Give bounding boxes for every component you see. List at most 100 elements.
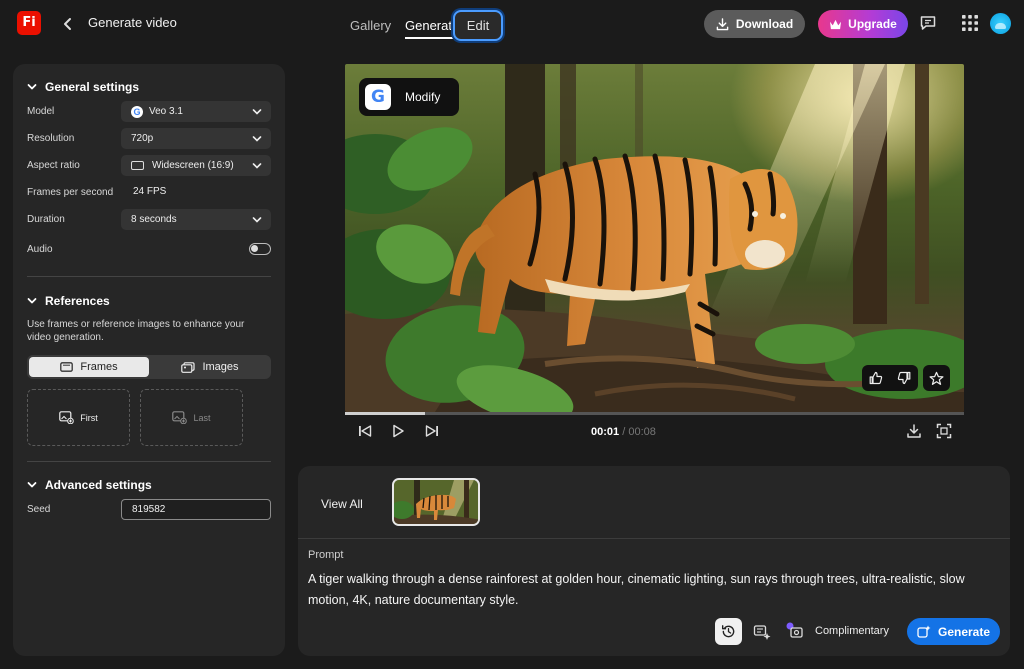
duration-value: 8 seconds bbox=[131, 214, 177, 225]
time-separator: / bbox=[622, 426, 626, 438]
crown-icon bbox=[830, 19, 842, 29]
images-icon bbox=[181, 361, 196, 373]
frames-icon bbox=[60, 362, 74, 372]
model-select[interactable]: G Veo 3.1 bbox=[121, 101, 271, 122]
prompt-label: Prompt bbox=[308, 549, 344, 561]
modify-label: Modify bbox=[405, 90, 441, 104]
chevron-down-icon bbox=[252, 109, 262, 115]
tab-generate[interactable]: Generate bbox=[405, 18, 460, 39]
chevron-down-icon bbox=[252, 163, 262, 169]
download-icon[interactable] bbox=[906, 423, 922, 439]
first-frame-slot[interactable]: First bbox=[27, 389, 130, 446]
chevron-down-icon bbox=[252, 136, 262, 142]
general-settings-title: General settings bbox=[45, 80, 140, 94]
general-settings-header[interactable]: General settings bbox=[27, 80, 139, 94]
view-all-link[interactable]: View All bbox=[321, 497, 363, 511]
thumbs-up-icon[interactable] bbox=[869, 371, 883, 385]
upgrade-button[interactable]: Upgrade bbox=[818, 10, 908, 38]
google-icon: G bbox=[131, 105, 143, 118]
duration-select[interactable]: 8 seconds bbox=[121, 209, 271, 230]
prompt-panel: View All Prompt A tiger walking through … bbox=[298, 466, 1010, 656]
audio-label: Audio bbox=[27, 244, 53, 255]
firefly-logo[interactable]: Fi bbox=[17, 11, 41, 35]
result-thumbnail[interactable] bbox=[392, 478, 480, 526]
model-label: Model bbox=[27, 106, 55, 117]
advanced-settings-title: Advanced settings bbox=[45, 478, 152, 492]
video-time-display: 00:01 / 00:08 bbox=[591, 426, 656, 438]
tiger-video-frame bbox=[345, 64, 964, 412]
chevron-down-icon bbox=[27, 298, 37, 304]
video-progress-fill bbox=[345, 412, 426, 415]
tab-edit[interactable]: Edit bbox=[453, 10, 503, 41]
modify-chip[interactable]: G Modify bbox=[359, 78, 459, 116]
star-icon bbox=[929, 371, 944, 385]
generate-label: Generate bbox=[937, 624, 991, 639]
skip-back-icon[interactable] bbox=[357, 423, 373, 439]
seed-label: Seed bbox=[27, 504, 51, 515]
credit-label: Complimentary bbox=[815, 625, 889, 637]
chevron-down-icon bbox=[27, 84, 37, 90]
add-image-icon bbox=[59, 411, 75, 424]
images-tab[interactable]: Images bbox=[151, 357, 269, 377]
generate-button[interactable]: Generate bbox=[907, 618, 1000, 645]
references-header[interactable]: References bbox=[27, 294, 110, 308]
aspect-ratio-select[interactable]: Widescreen (16:9) bbox=[121, 155, 271, 176]
divider bbox=[298, 538, 1010, 539]
download-label: Download bbox=[735, 17, 794, 31]
thumbs-down-icon[interactable] bbox=[897, 371, 911, 385]
page-title: Generate video bbox=[88, 15, 177, 30]
video-player[interactable] bbox=[345, 64, 964, 412]
resolution-value: 720p bbox=[131, 133, 154, 144]
fullscreen-icon[interactable] bbox=[936, 423, 952, 439]
resolution-label: Resolution bbox=[27, 133, 75, 144]
chevron-down-icon bbox=[252, 217, 262, 223]
frames-tab[interactable]: Frames bbox=[29, 357, 149, 377]
video-progress-bar[interactable] bbox=[345, 412, 964, 415]
back-chevron-icon[interactable] bbox=[60, 14, 76, 34]
settings-panel: General settings Model G Veo 3.1 Resolut… bbox=[13, 64, 285, 656]
generate-sparkle-icon bbox=[917, 625, 931, 638]
enhance-prompt-icon[interactable] bbox=[753, 623, 771, 641]
play-icon[interactable] bbox=[390, 423, 406, 439]
user-avatar[interactable] bbox=[990, 13, 1011, 34]
last-slot-label: Last bbox=[193, 412, 211, 423]
fps-label: Frames per second bbox=[27, 187, 114, 198]
total-time: 00:08 bbox=[628, 426, 656, 438]
widescreen-icon bbox=[131, 161, 144, 170]
images-label: Images bbox=[202, 361, 239, 373]
last-frame-slot[interactable]: Last bbox=[140, 389, 243, 446]
first-slot-label: First bbox=[80, 412, 98, 423]
history-icon bbox=[721, 625, 735, 638]
feedback-icon[interactable] bbox=[919, 14, 937, 32]
references-title: References bbox=[45, 294, 110, 308]
favorite-button[interactable] bbox=[923, 365, 950, 391]
tiger-thumbnail-image bbox=[394, 480, 478, 524]
divider bbox=[27, 461, 271, 462]
skip-forward-icon[interactable] bbox=[424, 423, 440, 439]
credits-icon bbox=[786, 622, 803, 638]
seed-input[interactable]: 819582 bbox=[121, 499, 271, 520]
aspect-ratio-label: Aspect ratio bbox=[27, 160, 80, 171]
references-description: Use frames or reference images to enhanc… bbox=[27, 319, 245, 343]
duration-label: Duration bbox=[27, 214, 65, 225]
tab-gallery[interactable]: Gallery bbox=[350, 18, 391, 33]
resolution-select[interactable]: 720p bbox=[121, 128, 271, 149]
audio-toggle[interactable] bbox=[249, 243, 271, 255]
prompt-input[interactable]: A tiger walking through a dense rainfore… bbox=[308, 569, 988, 611]
top-bar: Fi Generate video Gallery Generate Edit … bbox=[0, 0, 1024, 48]
download-icon bbox=[716, 17, 729, 30]
google-logo-icon: G bbox=[365, 84, 391, 110]
divider bbox=[27, 276, 271, 277]
prompt-history-button[interactable] bbox=[715, 618, 742, 645]
add-image-icon bbox=[172, 411, 188, 424]
model-value: Veo 3.1 bbox=[149, 106, 183, 117]
aspect-ratio-value: Widescreen (16:9) bbox=[152, 160, 234, 171]
advanced-settings-header[interactable]: Advanced settings bbox=[27, 478, 152, 492]
reference-type-toggle: Frames Images bbox=[27, 355, 271, 379]
download-button[interactable]: Download bbox=[704, 10, 805, 38]
current-time: 00:01 bbox=[591, 426, 620, 438]
chevron-down-icon bbox=[27, 482, 37, 488]
frames-label: Frames bbox=[80, 361, 118, 373]
upgrade-label: Upgrade bbox=[848, 17, 897, 31]
apps-grid-icon[interactable] bbox=[962, 15, 978, 31]
